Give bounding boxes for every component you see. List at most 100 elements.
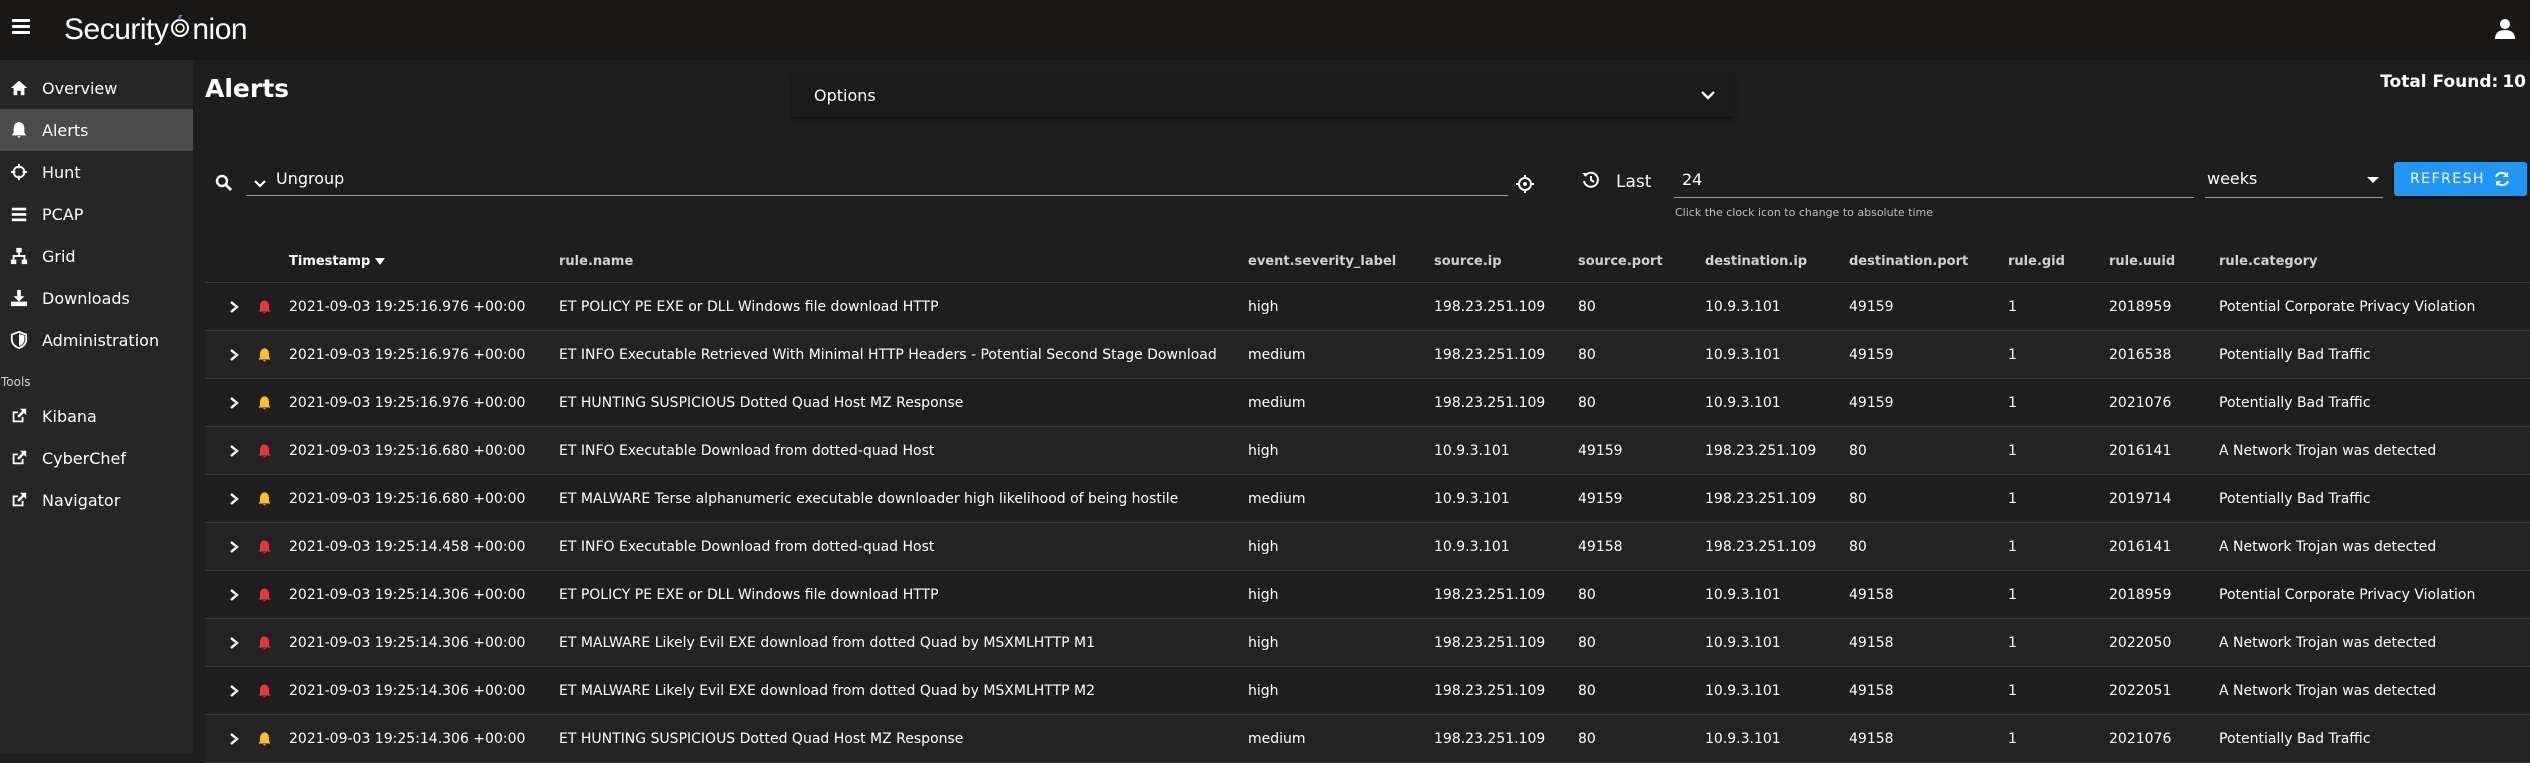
cell-rule-gid[interactable]: 1 [2008, 635, 2109, 651]
cell-timestamp[interactable]: 2021-09-03 19:25:14.306 +00:00 [289, 731, 559, 747]
cell-destination-port[interactable]: 49159 [1849, 347, 2008, 363]
escalate-button[interactable] [239, 731, 289, 747]
sidebar-item-cyberchef[interactable]: CyberChef [0, 437, 193, 479]
cell-destination-ip[interactable]: 10.9.3.101 [1705, 635, 1849, 651]
cell-rule-category[interactable]: A Network Trojan was detected [2219, 635, 2519, 651]
cell-source-port[interactable]: 80 [1578, 395, 1705, 411]
expand-row-button[interactable] [205, 732, 239, 745]
cell-rule-gid[interactable]: 1 [2008, 539, 2109, 555]
expand-row-button[interactable] [205, 588, 239, 601]
options-panel-header[interactable]: Options [792, 73, 1734, 117]
cell-source-port[interactable]: 49158 [1578, 539, 1705, 555]
security-onion-logo[interactable]: Security nion [64, 10, 248, 50]
cell-source-ip[interactable]: 198.23.251.109 [1434, 731, 1578, 747]
cell-rule-name[interactable]: ET MALWARE Likely Evil EXE download from… [559, 635, 1248, 651]
cell-rule-uuid[interactable]: 2021076 [2109, 395, 2219, 411]
cell-timestamp[interactable]: 2021-09-03 19:25:14.306 +00:00 [289, 683, 559, 699]
table-row[interactable]: 2021-09-03 19:25:16.680 +00:00 ET INFO E… [205, 427, 2530, 475]
cell-rule-uuid[interactable]: 2021076 [2109, 731, 2219, 747]
escalate-button[interactable] [239, 299, 289, 315]
cell-timestamp[interactable]: 2021-09-03 19:25:14.306 +00:00 [289, 635, 559, 651]
cell-destination-port[interactable]: 49158 [1849, 635, 2008, 651]
escalate-button[interactable] [239, 635, 289, 651]
expand-row-button[interactable] [205, 684, 239, 697]
cell-source-ip[interactable]: 198.23.251.109 [1434, 683, 1578, 699]
cell-severity[interactable]: high [1248, 635, 1434, 651]
relative-time-input[interactable] [1674, 162, 2194, 198]
column-header-rule-category[interactable]: rule.category [2219, 254, 2519, 269]
escalate-button[interactable] [239, 395, 289, 411]
cell-rule-name[interactable]: ET MALWARE Likely Evil EXE download from… [559, 683, 1248, 699]
cell-severity[interactable]: high [1248, 299, 1434, 315]
table-row[interactable]: 2021-09-03 19:25:16.976 +00:00 ET POLICY… [205, 283, 2530, 331]
table-row[interactable]: 2021-09-03 19:25:14.306 +00:00 ET HUNTIN… [205, 715, 2530, 763]
cell-rule-category[interactable]: Potentially Bad Traffic [2219, 395, 2519, 411]
cell-rule-gid[interactable]: 1 [2008, 299, 2109, 315]
cell-rule-category[interactable]: A Network Trojan was detected [2219, 539, 2519, 555]
cell-destination-ip[interactable]: 10.9.3.101 [1705, 587, 1849, 603]
cell-rule-gid[interactable]: 1 [2008, 683, 2109, 699]
cell-rule-name[interactable]: ET INFO Executable Download from dotted-… [559, 539, 1248, 555]
cell-destination-ip[interactable]: 10.9.3.101 [1705, 299, 1849, 315]
query-input[interactable] [246, 162, 1508, 196]
cell-rule-name[interactable]: ET POLICY PE EXE or DLL Windows file dow… [559, 299, 1248, 315]
sidebar-item-kibana[interactable]: Kibana [0, 395, 193, 437]
crosshairs-icon[interactable] [1515, 174, 1535, 194]
cell-source-port[interactable]: 80 [1578, 299, 1705, 315]
cell-source-port[interactable]: 49159 [1578, 491, 1705, 507]
cell-source-port[interactable]: 49159 [1578, 443, 1705, 459]
expand-row-button[interactable] [205, 540, 239, 553]
column-header-source-ip[interactable]: source.ip [1434, 254, 1578, 269]
history-icon[interactable] [1581, 170, 1601, 190]
cell-destination-port[interactable]: 80 [1849, 443, 2008, 459]
cell-rule-name[interactable]: ET POLICY PE EXE or DLL Windows file dow… [559, 587, 1248, 603]
cell-severity[interactable]: high [1248, 539, 1434, 555]
column-header-rule-name[interactable]: rule.name [559, 254, 1248, 269]
cell-destination-port[interactable]: 49158 [1849, 731, 2008, 747]
cell-source-ip[interactable]: 198.23.251.109 [1434, 395, 1578, 411]
cell-timestamp[interactable]: 2021-09-03 19:25:16.976 +00:00 [289, 347, 559, 363]
refresh-button[interactable]: REFRESH [2394, 162, 2527, 196]
cell-rule-gid[interactable]: 1 [2008, 395, 2109, 411]
column-header-destination-port[interactable]: destination.port [1849, 254, 2008, 269]
cell-destination-port[interactable]: 49159 [1849, 395, 2008, 411]
cell-timestamp[interactable]: 2021-09-03 19:25:16.976 +00:00 [289, 299, 559, 315]
escalate-button[interactable] [239, 683, 289, 699]
cell-rule-uuid[interactable]: 2022050 [2109, 635, 2219, 651]
cell-rule-category[interactable]: A Network Trojan was detected [2219, 443, 2519, 459]
cell-rule-uuid[interactable]: 2016141 [2109, 443, 2219, 459]
cell-rule-uuid[interactable]: 2018959 [2109, 587, 2219, 603]
cell-source-ip[interactable]: 198.23.251.109 [1434, 635, 1578, 651]
cell-source-ip[interactable]: 10.9.3.101 [1434, 491, 1578, 507]
escalate-button[interactable] [239, 539, 289, 555]
escalate-button[interactable] [239, 443, 289, 459]
cell-rule-name[interactable]: ET HUNTING SUSPICIOUS Dotted Quad Host M… [559, 731, 1248, 747]
time-unit-select[interactable]: weeks [2205, 162, 2383, 198]
column-header-destination-ip[interactable]: destination.ip [1705, 254, 1849, 269]
cell-rule-gid[interactable]: 1 [2008, 347, 2109, 363]
cell-rule-name[interactable]: ET INFO Executable Retrieved With Minima… [559, 347, 1248, 363]
cell-destination-port[interactable]: 49159 [1849, 299, 2008, 315]
cell-source-ip[interactable]: 10.9.3.101 [1434, 539, 1578, 555]
table-row[interactable]: 2021-09-03 19:25:14.306 +00:00 ET POLICY… [205, 571, 2530, 619]
cell-rule-uuid[interactable]: 2022051 [2109, 683, 2219, 699]
expand-row-button[interactable] [205, 300, 239, 313]
table-row[interactable]: 2021-09-03 19:25:16.680 +00:00 ET MALWAR… [205, 475, 2530, 523]
cell-source-port[interactable]: 80 [1578, 347, 1705, 363]
cell-rule-category[interactable]: Potentially Bad Traffic [2219, 731, 2519, 747]
cell-source-ip[interactable]: 198.23.251.109 [1434, 347, 1578, 363]
expand-row-button[interactable] [205, 396, 239, 409]
cell-rule-gid[interactable]: 1 [2008, 443, 2109, 459]
column-header-rule-gid[interactable]: rule.gid [2008, 254, 2109, 269]
menu-icon[interactable] [12, 19, 30, 37]
sidebar-item-hunt[interactable]: Hunt [0, 151, 193, 193]
cell-source-ip[interactable]: 198.23.251.109 [1434, 587, 1578, 603]
sidebar-item-pcap[interactable]: PCAP [0, 193, 193, 235]
cell-rule-category[interactable]: Potentially Bad Traffic [2219, 347, 2519, 363]
chevron-down-icon[interactable] [253, 177, 267, 191]
cell-destination-ip[interactable]: 10.9.3.101 [1705, 395, 1849, 411]
cell-rule-category[interactable]: Potential Corporate Privacy Violation [2219, 587, 2519, 603]
cell-severity[interactable]: medium [1248, 347, 1434, 363]
cell-source-port[interactable]: 80 [1578, 683, 1705, 699]
column-header-timestamp[interactable]: Timestamp [289, 254, 559, 269]
